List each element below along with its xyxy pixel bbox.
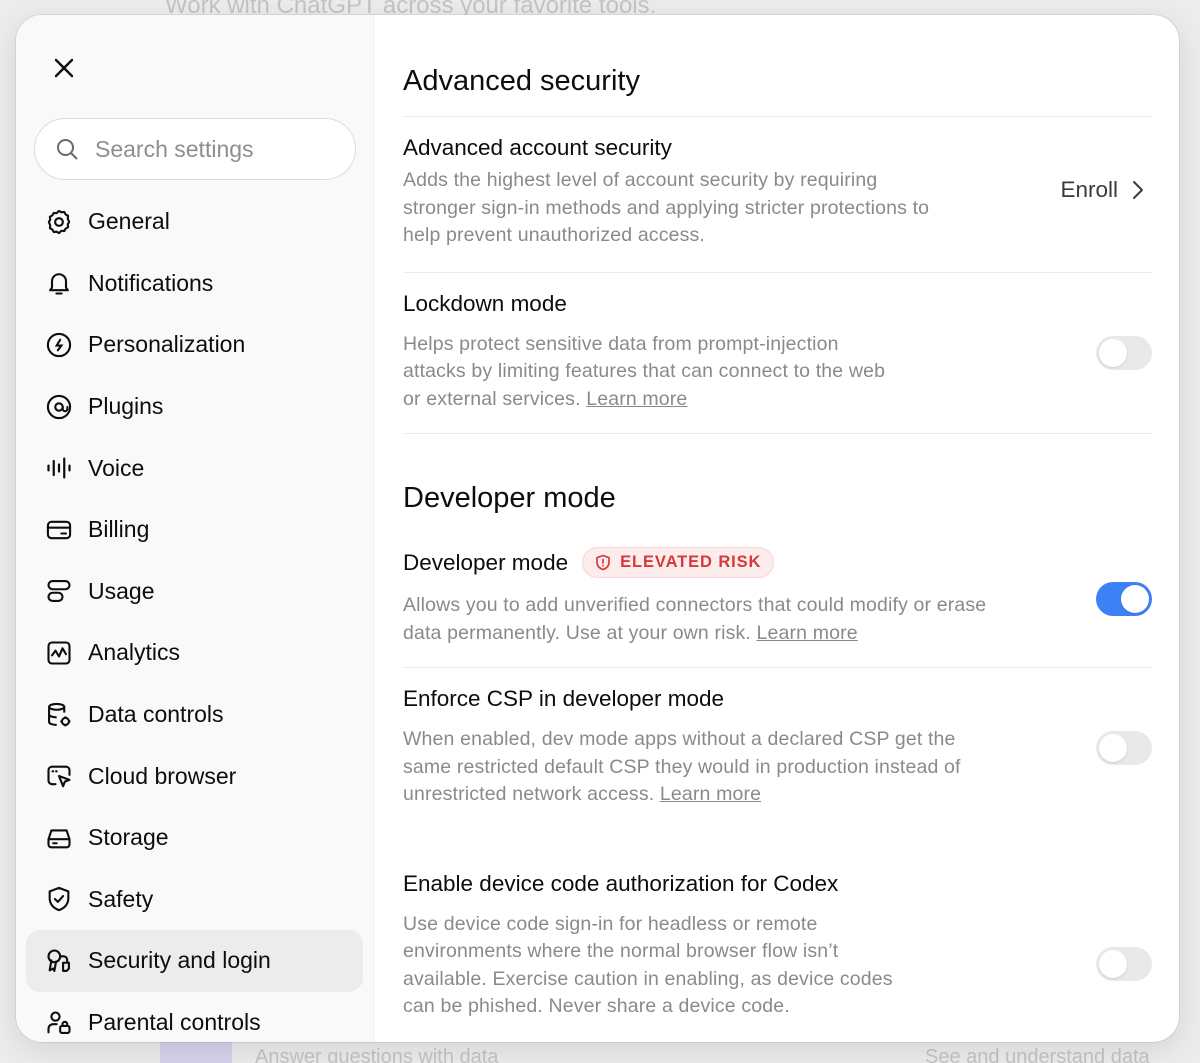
parental-icon (44, 1008, 74, 1038)
sidebar-item-plugins[interactable]: Plugins (26, 376, 363, 438)
search-icon (57, 139, 78, 160)
settings-content: Advanced security Advanced account secur… (374, 15, 1179, 1042)
settings-modal: General Notifications Personalization Pl… (16, 15, 1179, 1042)
sidebar-item-billing[interactable]: Billing (26, 499, 363, 561)
setting-title: Lockdown mode (403, 290, 567, 316)
browser-cursor-icon (44, 761, 74, 791)
learn-more-link[interactable]: Learn more (660, 783, 761, 805)
sidebar-item-data-controls[interactable]: Data controls (26, 684, 363, 746)
background-caption-right: See and understand data (925, 1046, 1150, 1063)
plugins-icon (44, 392, 74, 422)
enroll-button[interactable]: Enroll (1060, 177, 1144, 203)
setting-row-lockdown-mode: Lockdown mode Helps protect sensitive da… (403, 273, 1152, 434)
alert-shield-icon (596, 554, 610, 571)
sidebar-item-label: Analytics (88, 639, 181, 666)
close-button[interactable] (48, 52, 80, 84)
sidebar-item-security-and-login[interactable]: Security and login (26, 930, 363, 992)
background-caption-left: Answer questions with data (255, 1046, 499, 1063)
sidebar-item-cloud-browser[interactable]: Cloud browser (26, 745, 363, 807)
voice-waveform-icon (44, 453, 74, 483)
elevated-risk-badge: ELEVATED RISK (582, 547, 775, 578)
sidebar-item-label: Notifications (88, 269, 214, 296)
toggle-knob (1099, 949, 1127, 978)
chevron-right-icon (1133, 181, 1143, 199)
learn-more-link[interactable]: Learn more (757, 622, 858, 644)
enforce-csp-toggle[interactable] (1096, 731, 1152, 765)
sidebar-item-label: Cloud browser (88, 762, 237, 789)
sidebar-item-label: General (88, 208, 170, 235)
setting-row-device-code-authorization: Enable device code authorization for Cod… (403, 829, 1152, 1021)
enroll-label: Enroll (1060, 177, 1118, 202)
sidebar-item-label: Voice (88, 454, 145, 481)
sidebar-item-analytics[interactable]: Analytics (26, 622, 363, 684)
toggle-knob (1099, 338, 1127, 367)
sidebar-item-label: Billing (88, 516, 150, 543)
sidebar-item-notifications[interactable]: Notifications (26, 253, 363, 315)
search-input[interactable] (95, 135, 315, 163)
settings-sidebar: General Notifications Personalization Pl… (16, 15, 374, 1042)
setting-description: Allows you to add unverified connectors … (403, 592, 993, 647)
database-gear-icon (44, 700, 74, 730)
analytics-chart-icon (44, 638, 74, 668)
badge-label: ELEVATED RISK (620, 553, 762, 571)
usage-icon (44, 576, 74, 606)
setting-title: Enable device code authorization for Cod… (403, 870, 839, 896)
setting-description: Adds the highest level of account securi… (403, 169, 930, 246)
setting-row-enforce-csp: Enforce CSP in developer mode When enabl… (403, 668, 1152, 829)
sidebar-item-general[interactable]: General (26, 191, 363, 253)
toggle-knob (1099, 734, 1127, 762)
storage-drive-icon (44, 823, 74, 853)
bell-icon (44, 268, 74, 298)
sidebar-item-label: Usage (88, 577, 155, 604)
card-icon (44, 515, 74, 545)
learn-more-link[interactable]: Learn more (586, 388, 687, 410)
setting-title: Developer mode ELEVATED RISK (403, 547, 1152, 578)
sidebar-item-voice[interactable]: Voice (26, 437, 363, 499)
sidebar-item-label: Plugins (88, 393, 164, 420)
device-code-toggle[interactable] (1096, 946, 1152, 981)
sidebar-item-personalization[interactable]: Personalization (26, 314, 363, 376)
settings-nav: General Notifications Personalization Pl… (26, 191, 363, 1042)
setting-title: Enforce CSP in developer mode (403, 686, 725, 711)
setting-description: When enabled, dev mode apps without a de… (403, 726, 983, 809)
sidebar-item-label: Parental controls (88, 1009, 261, 1036)
setting-row-advanced-account-security: Advanced account security Adds the highe… (403, 117, 1152, 273)
section-title-advanced-security: Advanced security (403, 65, 640, 97)
description-text: Allows you to add unverified connectors … (403, 594, 987, 644)
sidebar-item-storage[interactable]: Storage (26, 807, 363, 869)
gear-icon (44, 207, 74, 237)
lockdown-mode-toggle[interactable] (1096, 335, 1152, 370)
sidebar-item-usage[interactable]: Usage (26, 561, 363, 623)
search-box[interactable] (34, 118, 356, 180)
key-lock-icon (44, 946, 74, 976)
setting-description: Helps protect sensitive data from prompt… (403, 331, 903, 414)
sidebar-item-parental-controls[interactable]: Parental controls (26, 992, 363, 1042)
setting-title: Advanced account security (403, 135, 672, 160)
sidebar-item-label: Storage (88, 824, 169, 851)
sidebar-item-label: Safety (88, 885, 154, 912)
close-icon (54, 58, 74, 78)
developer-mode-toggle[interactable] (1096, 582, 1152, 616)
setting-description: Use device code sign-in for headless or … (403, 912, 893, 1018)
section-title-developer-mode: Developer mode (403, 482, 616, 514)
sidebar-item-safety[interactable]: Safety (26, 869, 363, 931)
sidebar-item-label: Security and login (88, 947, 271, 974)
toggle-knob (1121, 585, 1149, 613)
sidebar-item-label: Personalization (88, 331, 246, 358)
shield-check-icon (44, 884, 74, 914)
setting-title-text: Developer mode (403, 549, 569, 575)
setting-row-developer-mode: Developer mode ELEVATED RISK Allows you … (403, 515, 1152, 668)
sidebar-item-label: Data controls (88, 701, 224, 728)
personalization-icon (44, 330, 74, 360)
